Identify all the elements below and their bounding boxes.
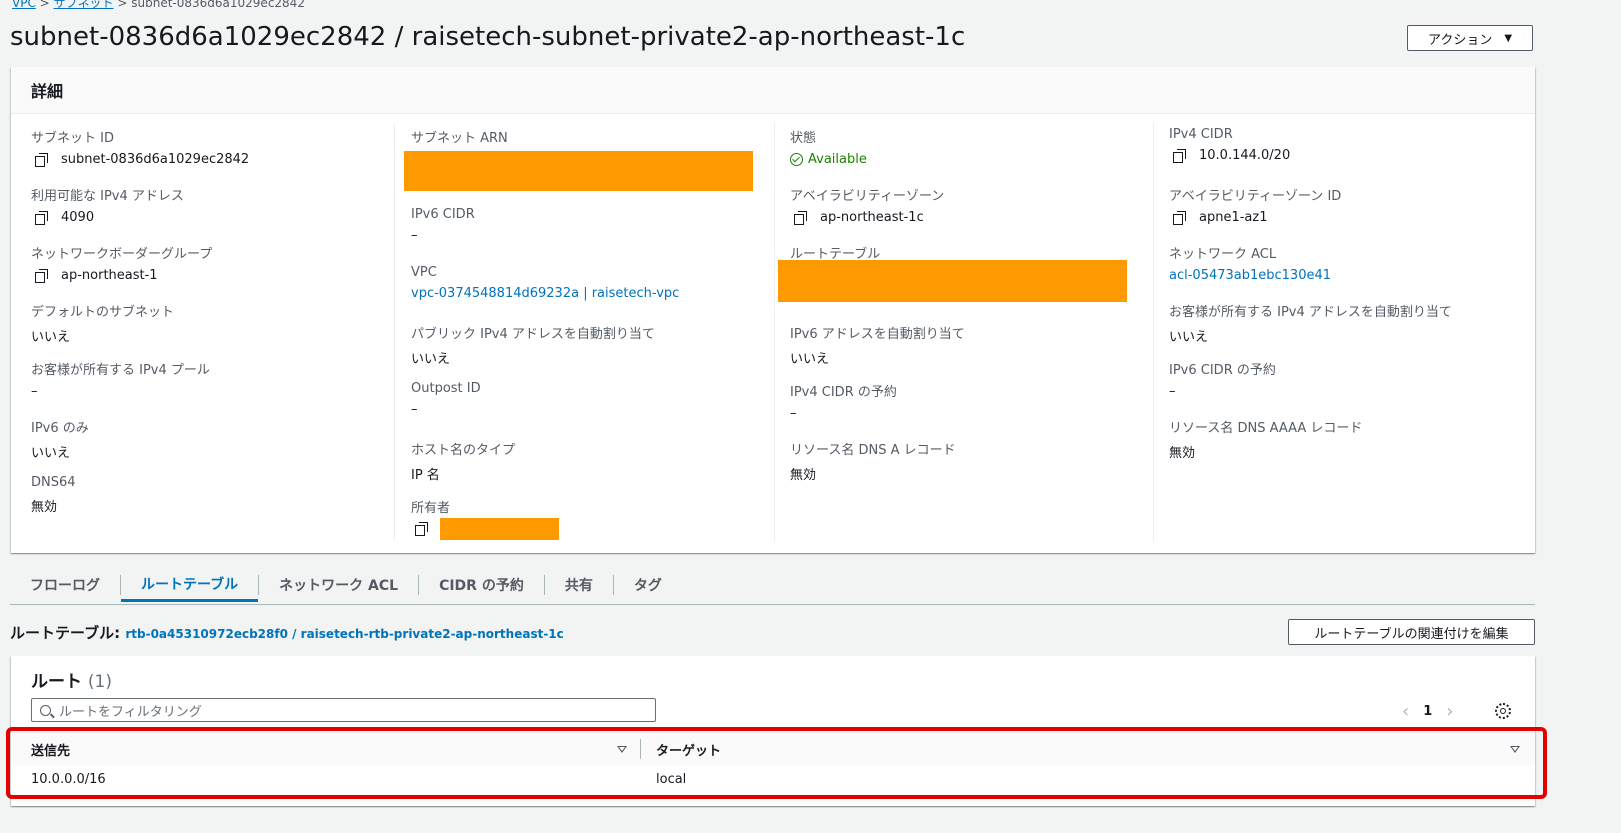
tab-cidr-reservations[interactable]: CIDR の予約 xyxy=(419,568,544,602)
column-divider xyxy=(394,123,395,541)
redacted-owner xyxy=(440,518,559,540)
routes-heading: ルート (1) xyxy=(31,667,112,692)
details-heading: 詳細 xyxy=(11,67,1535,114)
redacted-route-table xyxy=(778,260,1127,302)
arn-label: サブネット ARN xyxy=(411,131,508,146)
customer-ipv4-label: お客様が所有する IPv4 アドレスを自動割り当て xyxy=(1169,305,1452,320)
state-value: Available xyxy=(808,152,867,167)
chevron-right-icon: > xyxy=(117,0,132,10)
route-filter-input[interactable]: ルートをフィルタリング xyxy=(31,698,656,722)
hostname-type-value: IP 名 xyxy=(411,468,440,483)
copy-icon[interactable] xyxy=(1173,148,1187,163)
ipv6-auto-label: IPv6 アドレスを自動割り当て xyxy=(790,327,965,342)
chevron-right-icon[interactable]: › xyxy=(1446,701,1453,722)
tab-tags[interactable]: タグ xyxy=(614,568,682,602)
default-subnet-value: いいえ xyxy=(31,330,71,345)
ipv4-cidr-value: 10.0.144.0/20 xyxy=(1199,148,1291,163)
search-icon xyxy=(40,704,51,716)
outpost-value: – xyxy=(411,402,418,417)
chevron-left-icon[interactable]: ‹ xyxy=(1402,701,1409,722)
ipv6-only-value: いいえ xyxy=(31,446,71,461)
dns-a-value: 無効 xyxy=(790,468,817,483)
actions-button[interactable]: アクション ▼ xyxy=(1407,25,1533,51)
ipv6-only-label: IPv6 のみ xyxy=(31,421,89,436)
customer-ipv4-value: いいえ xyxy=(1169,330,1209,345)
ipv4-cidr-label: IPv4 CIDR xyxy=(1169,127,1233,142)
breadcrumb-subnets[interactable]: サブネット xyxy=(54,0,114,10)
pagination: ‹ 1 › xyxy=(1402,701,1453,722)
public-ipv4-label: パブリック IPv4 アドレスを自動割り当て xyxy=(411,327,655,342)
route-table-heading: ルートテーブル: xyxy=(10,624,121,642)
check-circle-icon xyxy=(790,153,803,166)
dns64-value: 無効 xyxy=(31,500,58,515)
customer-pool-value: – xyxy=(31,384,38,399)
actions-label: アクション xyxy=(1427,32,1493,48)
outpost-label: Outpost ID xyxy=(411,381,481,396)
copy-icon[interactable] xyxy=(35,152,49,167)
copy-icon[interactable] xyxy=(1173,210,1187,225)
gear-icon[interactable] xyxy=(1495,703,1511,719)
vpc-link[interactable]: vpc-0374548814d69232a | raisetech-vpc xyxy=(411,286,679,301)
nbg-label: ネットワークボーダーグループ xyxy=(31,247,213,262)
default-subnet-label: デフォルトのサブネット xyxy=(31,305,175,320)
routes-title: ルート xyxy=(31,672,82,692)
acl-label: ネットワーク ACL xyxy=(1169,247,1277,262)
ipv6-reserve-label: IPv6 CIDR の予約 xyxy=(1169,363,1276,378)
dns-aaaa-label: リソース名 DNS AAAA レコード xyxy=(1169,421,1363,436)
dns-aaaa-value: 無効 xyxy=(1169,446,1196,461)
available-ipv4-label: 利用可能な IPv4 アドレス xyxy=(31,189,184,204)
az-label: アベイラビリティーゾーン xyxy=(790,189,945,204)
breadcrumb-vpc[interactable]: VPC xyxy=(12,0,36,10)
dns64-label: DNS64 xyxy=(31,475,76,490)
copy-icon[interactable] xyxy=(794,210,808,225)
column-divider xyxy=(774,123,775,541)
ipv4-reserve-value: – xyxy=(790,406,797,421)
dns-a-label: リソース名 DNS A レコード xyxy=(790,443,956,458)
ipv6-cidr-value: – xyxy=(411,228,418,243)
customer-pool-label: お客様が所有する IPv4 プール xyxy=(31,363,210,378)
az-id-value: apne1-az1 xyxy=(1199,210,1268,225)
breadcrumb: VPC > サブネット > subnet-0836d6a1029ec2842 xyxy=(12,0,305,11)
caret-down-icon: ▼ xyxy=(1504,32,1513,44)
hostname-type-label: ホスト名のタイプ xyxy=(411,443,516,458)
column-divider xyxy=(1153,123,1154,541)
public-ipv4-value: いいえ xyxy=(411,352,451,367)
acl-link[interactable]: acl-05473ab1ebc130e41 xyxy=(1169,268,1331,283)
tab-route-table[interactable]: ルートテーブル xyxy=(121,568,259,602)
az-value: ap-northeast-1c xyxy=(820,210,924,225)
tab-flow-logs[interactable]: フローログ xyxy=(10,568,120,602)
route-filter-placeholder: ルートをフィルタリング xyxy=(59,704,202,720)
copy-icon[interactable] xyxy=(35,210,49,225)
route-table-link[interactable]: rtb-0a45310972ecb28f0 / raisetech-rtb-pr… xyxy=(125,627,563,641)
details-panel: 詳細 サブネット ID subnet-0836d6a1029ec2842 利用可… xyxy=(11,67,1535,553)
subnet-id-value: subnet-0836d6a1029ec2842 xyxy=(61,152,250,167)
copy-icon[interactable] xyxy=(35,268,49,283)
state-label: 状態 xyxy=(790,131,817,146)
ipv4-reserve-label: IPv4 CIDR の予約 xyxy=(790,385,897,400)
routes-count: (1) xyxy=(87,672,113,692)
ipv6-auto-value: いいえ xyxy=(790,352,830,367)
vpc-label: VPC xyxy=(411,265,437,280)
subnet-id-label: サブネット ID xyxy=(31,131,114,146)
tab-network-acl[interactable]: ネットワーク ACL xyxy=(259,568,418,602)
chevron-right-icon: > xyxy=(39,0,54,10)
annotation-highlight-box xyxy=(6,727,1547,799)
available-ipv4-value: 4090 xyxy=(61,210,95,225)
copy-icon[interactable] xyxy=(415,522,429,536)
subnet-tabs: フローログ ルートテーブル ネットワーク ACL CIDR の予約 共有 タグ xyxy=(10,568,1535,605)
page-number[interactable]: 1 xyxy=(1423,704,1432,719)
redacted-arn xyxy=(404,151,753,191)
ipv6-cidr-label: IPv6 CIDR xyxy=(411,207,475,222)
ipv6-reserve-value: – xyxy=(1169,384,1176,399)
edit-route-table-association-button[interactable]: ルートテーブルの関連付けを編集 xyxy=(1288,619,1535,645)
route-table-line: ルートテーブル: rtb-0a45310972ecb28f0 / raisete… xyxy=(10,622,564,643)
breadcrumb-current: subnet-0836d6a1029ec2842 xyxy=(131,0,305,10)
az-id-label: アベイラビリティーゾーン ID xyxy=(1169,189,1342,204)
page-title: subnet-0836d6a1029ec2842 / raisetech-sub… xyxy=(10,22,966,52)
tab-sharing[interactable]: 共有 xyxy=(545,568,613,602)
nbg-value: ap-northeast-1 xyxy=(61,268,158,283)
owner-label: 所有者 xyxy=(411,501,451,516)
